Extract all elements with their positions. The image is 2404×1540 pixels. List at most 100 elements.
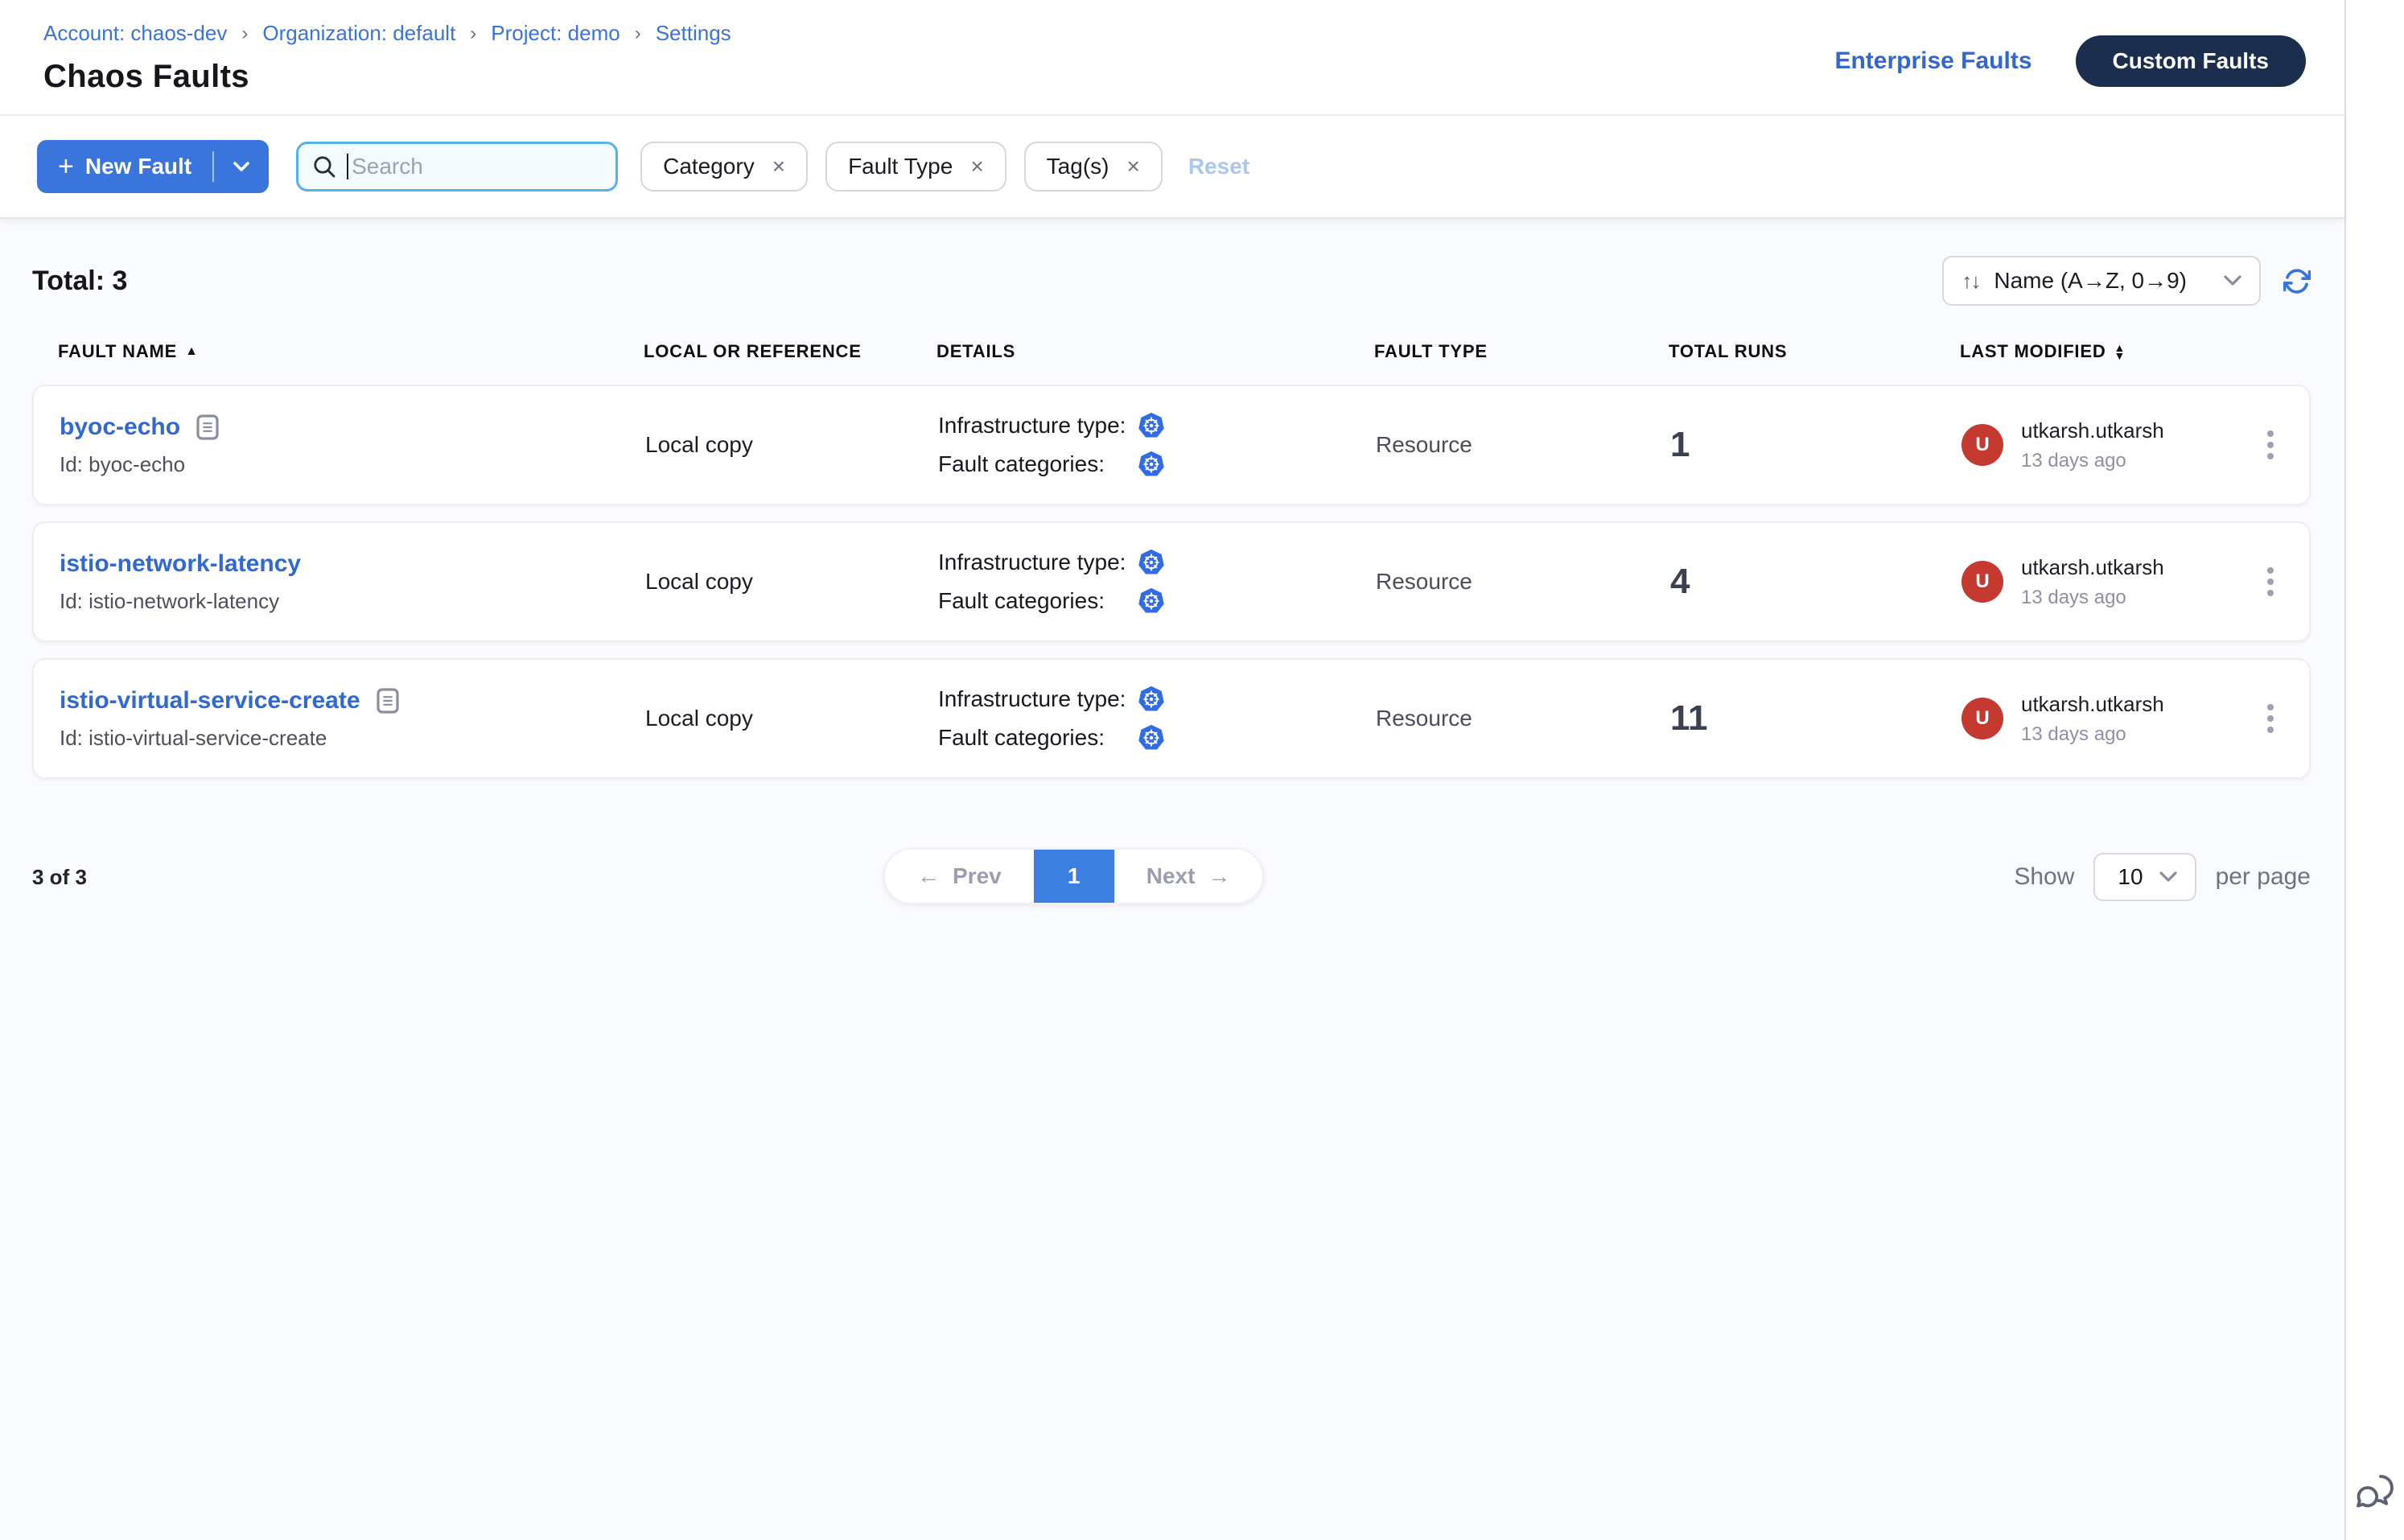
- fault-type-value: Resource: [1376, 432, 1670, 458]
- kubernetes-icon: [1138, 412, 1165, 439]
- table-row[interactable]: byoc-echo Id: byoc-echo Local copy Infra…: [32, 385, 2311, 505]
- local-or-reference-value: Local copy: [645, 706, 938, 731]
- breadcrumb-settings-link[interactable]: Settings: [656, 21, 731, 46]
- search-input[interactable]: [348, 152, 590, 181]
- last-modified-cell: U utkarsh.utkarsh 13 days ago: [1961, 418, 2283, 472]
- details-cell: Infrastructure type: Fault categories:: [938, 686, 1376, 751]
- header-actions: Enterprise Faults Custom Faults: [1834, 35, 2306, 87]
- table-row[interactable]: istio-network-latency Id: istio-network-…: [32, 521, 2311, 642]
- chevron-down-icon: [233, 162, 249, 171]
- kubernetes-icon: [1138, 549, 1165, 576]
- sort-dropdown[interactable]: ↑↓ Name (A→Z, 0→9): [1942, 256, 2261, 306]
- fault-name-link[interactable]: byoc-echo: [60, 414, 180, 441]
- current-page-button[interactable]: 1: [1034, 850, 1114, 903]
- last-modified-cell: U utkarsh.utkarsh 13 days ago: [1961, 555, 2283, 609]
- search-box[interactable]: [296, 142, 618, 191]
- page-size-dropdown[interactable]: 10: [2093, 853, 2196, 901]
- fault-id: Id: byoc-echo: [60, 452, 645, 477]
- row-menu-button[interactable]: [2258, 421, 2283, 469]
- close-icon[interactable]: ×: [772, 155, 785, 178]
- chevron-right-icon: ›: [241, 23, 248, 45]
- fault-categories-label: Fault categories:: [938, 588, 1138, 614]
- pagination-summary: 3 of 3: [32, 865, 87, 890]
- total-count: Total: 3: [32, 266, 127, 297]
- arrow-left-icon: ←: [917, 863, 940, 889]
- next-label: Next: [1146, 863, 1196, 889]
- toolbar: + New Fault Category × Fault Type: [0, 114, 2344, 219]
- chevron-right-icon: ›: [470, 23, 476, 45]
- sort-selected-value: Name (A→Z, 0→9): [1994, 268, 2187, 294]
- chevron-down-icon: [2159, 871, 2177, 883]
- avatar: U: [1961, 424, 2003, 466]
- page-size-value: 10: [2118, 864, 2143, 890]
- prev-page-button[interactable]: ← Prev: [885, 850, 1034, 903]
- modified-by: utkarsh.utkarsh: [2021, 692, 2164, 717]
- column-label: DETAILS: [936, 341, 1015, 362]
- breadcrumb-organization-link[interactable]: Organization: default: [262, 21, 455, 46]
- pager: ← Prev 1 Next →: [883, 848, 1264, 904]
- column-details: DETAILS: [936, 341, 1374, 362]
- avatar: U: [1961, 561, 2003, 603]
- fault-id: Id: istio-network-latency: [60, 589, 645, 614]
- filter-chip-label: Tag(s): [1047, 154, 1109, 179]
- column-last-modified[interactable]: LAST MODIFIED ▲▼: [1960, 341, 2285, 362]
- refresh-button[interactable]: [2283, 267, 2311, 294]
- details-cell: Infrastructure type: Fault categories:: [938, 412, 1376, 478]
- table-header-row: FAULT NAME ▲ LOCAL OR REFERENCE DETAILS …: [32, 341, 2311, 362]
- arrow-right-icon: →: [1208, 863, 1230, 889]
- infrastructure-type-label: Infrastructure type:: [938, 550, 1138, 575]
- breadcrumb-project-link[interactable]: Project: demo: [491, 21, 620, 46]
- chat-help-button[interactable]: [2354, 1471, 2398, 1521]
- infrastructure-type-label: Infrastructure type:: [938, 686, 1138, 712]
- close-icon[interactable]: ×: [1126, 155, 1139, 178]
- copy-icon[interactable]: [377, 688, 399, 714]
- total-runs-value: 4: [1670, 562, 1961, 602]
- list-header: Total: 3 ↑↓ Name (A→Z, 0→9): [32, 256, 2311, 306]
- table-row[interactable]: istio-virtual-service-create Id: istio-v…: [32, 658, 2311, 779]
- chat-bubbles-icon: [2354, 1471, 2398, 1514]
- column-label: TOTAL RUNS: [1669, 341, 1787, 362]
- reset-filters-button[interactable]: Reset: [1188, 154, 1249, 179]
- chaos-faults-page: Account: chaos-dev › Organization: defau…: [0, 0, 2404, 1540]
- fault-categories-label: Fault categories:: [938, 725, 1138, 751]
- close-icon[interactable]: ×: [970, 155, 983, 178]
- filter-chips: Category × Fault Type × Tag(s) ×: [640, 142, 1163, 191]
- column-local-or-reference: LOCAL OR REFERENCE: [644, 341, 936, 362]
- kubernetes-icon: [1138, 686, 1165, 713]
- enterprise-faults-link[interactable]: Enterprise Faults: [1834, 47, 2031, 75]
- fault-type-value: Resource: [1376, 569, 1670, 595]
- chevron-right-icon: ›: [635, 23, 641, 45]
- row-menu-button[interactable]: [2258, 558, 2283, 606]
- custom-faults-button[interactable]: Custom Faults: [2076, 35, 2306, 87]
- breadcrumb-account-link[interactable]: Account: chaos-dev: [43, 21, 227, 46]
- next-page-button[interactable]: Next →: [1114, 850, 1263, 903]
- per-page-label: per page: [2216, 863, 2311, 891]
- filter-chip-fault-type[interactable]: Fault Type ×: [825, 142, 1006, 191]
- new-fault-dropdown-toggle[interactable]: [214, 162, 269, 171]
- column-fault-name[interactable]: FAULT NAME ▲: [58, 341, 644, 362]
- fault-name-link[interactable]: istio-network-latency: [60, 550, 301, 578]
- copy-icon[interactable]: [196, 414, 219, 440]
- row-menu-button[interactable]: [2258, 694, 2283, 743]
- page-header: Account: chaos-dev › Organization: defau…: [0, 0, 2344, 114]
- search-icon: [313, 155, 335, 178]
- kubernetes-icon: [1138, 587, 1165, 615]
- kubernetes-icon: [1138, 451, 1165, 478]
- filter-chip-category[interactable]: Category ×: [640, 142, 808, 191]
- page-size-control: Show 10 per page: [2014, 853, 2311, 901]
- chevron-down-icon: [2224, 275, 2241, 286]
- filter-chip-tags[interactable]: Tag(s) ×: [1024, 142, 1163, 191]
- new-fault-button[interactable]: + New Fault: [37, 140, 269, 193]
- fault-name-link[interactable]: istio-virtual-service-create: [60, 687, 360, 714]
- details-cell: Infrastructure type: Fault categories:: [938, 549, 1376, 615]
- column-fault-type: FAULT TYPE: [1374, 341, 1669, 362]
- modified-by: utkarsh.utkarsh: [2021, 555, 2164, 580]
- content-area: Total: 3 ↑↓ Name (A→Z, 0→9) FAULT NAME ▲: [0, 219, 2344, 1540]
- column-label: FAULT TYPE: [1374, 341, 1488, 362]
- pagination-row: 3 of 3 ← Prev 1 Next → Show 10: [32, 848, 2311, 906]
- avatar: U: [1961, 698, 2003, 739]
- total-runs-value: 1: [1670, 425, 1961, 465]
- modified-at: 13 days ago: [2021, 450, 2164, 472]
- infrastructure-type-label: Infrastructure type:: [938, 413, 1138, 439]
- modified-at: 13 days ago: [2021, 723, 2164, 746]
